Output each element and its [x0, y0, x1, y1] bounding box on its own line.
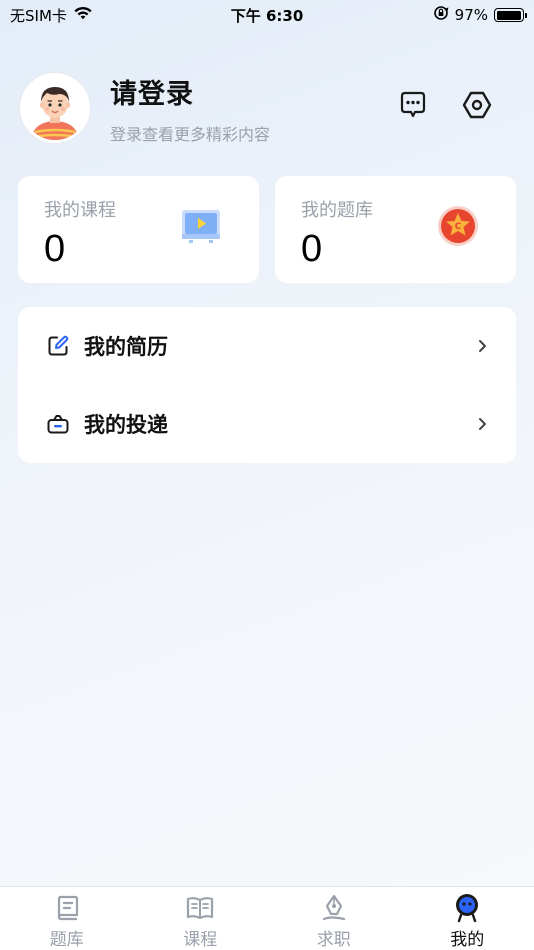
pen-nib-icon [319, 893, 349, 923]
resume-label: 我的简历 [84, 335, 168, 359]
edit-resume-icon [46, 334, 70, 358]
profile-mascot-icon [452, 893, 482, 923]
wifi-icon [73, 6, 93, 24]
video-screen-icon [179, 204, 223, 248]
carrier-label: 无SIM卡 [10, 6, 67, 25]
chevron-right-icon [474, 416, 490, 432]
delivery-label: 我的投递 [84, 413, 168, 437]
login-subtitle: 登录查看更多精彩内容 [110, 124, 271, 144]
menu-item-delivery[interactable]: 我的投递 [18, 385, 516, 463]
status-bar: 无SIM卡 下午 6:30 97% [0, 0, 534, 30]
tab-jobs-label: 求职 [316, 930, 351, 950]
profile-header[interactable]: 请登录 登录查看更多精彩内容 [20, 72, 514, 144]
bottom-tab-bar: 题库 课程 求职 我的 [0, 886, 534, 950]
medal-badge-icon: C [436, 204, 480, 248]
message-button[interactable] [396, 90, 430, 124]
tab-jobs[interactable]: 求职 [267, 887, 401, 950]
profile-menu: 我的简历 我的投递 [18, 307, 516, 463]
login-title[interactable]: 请登录 [110, 72, 270, 111]
my-courses-card[interactable]: 我的课程 0 [18, 176, 259, 283]
tab-question-bank-label: 题库 [49, 930, 84, 950]
rotation-lock-icon [433, 5, 449, 25]
tab-mine-label: 我的 [450, 930, 485, 950]
battery-icon [494, 8, 527, 22]
svg-text:C: C [455, 222, 462, 232]
my-question-bank-card[interactable]: 我的题库 0 C [275, 176, 516, 283]
chevron-right-icon [474, 338, 490, 354]
message-icon [398, 90, 428, 124]
settings-button[interactable] [460, 90, 494, 124]
tab-courses-label: 课程 [183, 930, 218, 950]
battery-percent: 97% [454, 6, 488, 24]
tab-mine[interactable]: 我的 [401, 887, 534, 950]
course-book-icon [185, 893, 215, 923]
question-bank-icon [52, 893, 82, 923]
avatar[interactable] [20, 73, 90, 143]
settings-hexagon-icon [461, 89, 493, 125]
menu-item-resume[interactable]: 我的简历 [18, 307, 516, 385]
briefcase-icon [46, 412, 70, 436]
battery-fill [496, 10, 521, 20]
tab-courses[interactable]: 课程 [134, 887, 268, 950]
tab-question-bank[interactable]: 题库 [0, 887, 134, 950]
